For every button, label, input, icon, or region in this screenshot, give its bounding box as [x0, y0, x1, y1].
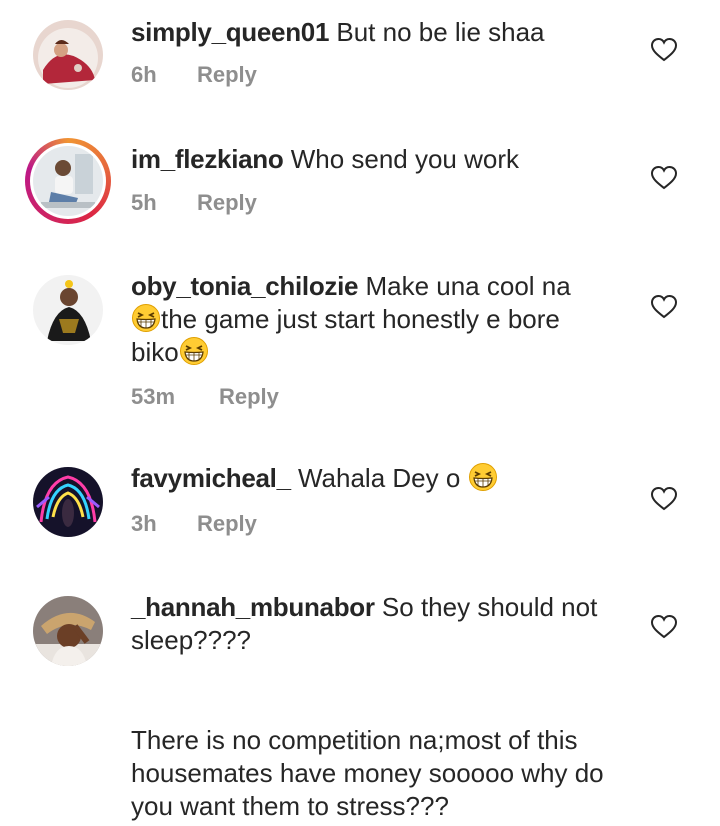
comment-text: biko	[131, 337, 179, 367]
reply-button[interactable]: Reply	[197, 62, 257, 88]
avatar[interactable]	[33, 275, 103, 345]
reply-button[interactable]: Reply	[197, 511, 257, 537]
reply-button[interactable]: Reply	[197, 190, 257, 216]
heart-outline-icon[interactable]	[651, 615, 677, 639]
comment-username[interactable]: _hannah_mbunabor	[131, 592, 375, 622]
avatar[interactable]	[33, 20, 103, 90]
comment-username[interactable]: oby_tonia_chilozie	[131, 271, 359, 301]
comment-text: But no be lie shaa	[336, 17, 545, 47]
heart-outline-icon[interactable]	[651, 487, 677, 511]
avatar[interactable]	[33, 467, 103, 537]
comment-continuation-text: There is no competition na;most of this …	[131, 725, 604, 821]
comment-text: the game just start honestly e bore	[161, 304, 560, 334]
grinning-squinting-face-emoji	[179, 336, 209, 366]
reply-button[interactable]: Reply	[219, 384, 279, 410]
grinning-squinting-face-emoji	[131, 303, 161, 333]
avatar[interactable]	[33, 596, 103, 666]
comment-text: Who send you work	[290, 144, 520, 174]
heart-outline-icon[interactable]	[651, 38, 677, 62]
comment-time: 6h	[131, 62, 157, 87]
comment-username[interactable]: im_flezkiano	[131, 144, 284, 174]
comment-text: Make una cool na	[365, 271, 571, 301]
comment-text: Wahala Dey o	[297, 463, 461, 493]
comment-username[interactable]: simply_queen01	[131, 17, 329, 47]
comment-time: 3h	[131, 511, 157, 536]
comment-username[interactable]: favymicheal_	[131, 463, 291, 493]
comment-time: 5h	[131, 190, 157, 215]
comment-time: 53m	[131, 384, 176, 409]
avatar-story-ring[interactable]	[25, 138, 111, 224]
grinning-squinting-face-emoji	[468, 462, 498, 492]
heart-outline-icon[interactable]	[651, 295, 677, 319]
heart-outline-icon[interactable]	[651, 166, 677, 190]
